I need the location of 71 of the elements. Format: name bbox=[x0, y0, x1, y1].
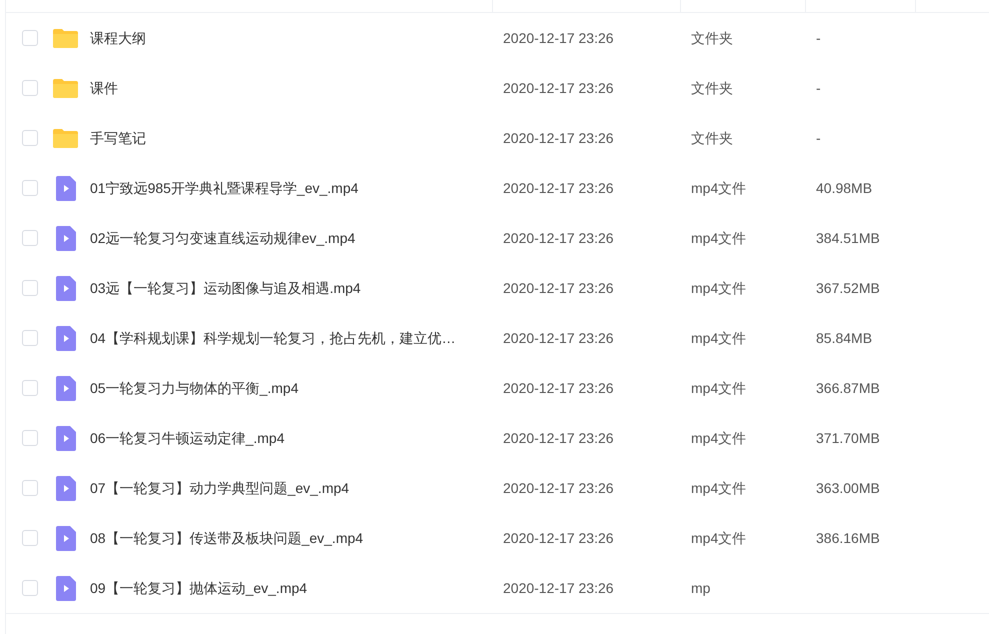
modified-date: 2020-12-17 23:26 bbox=[503, 478, 615, 498]
video-file-icon bbox=[56, 426, 76, 450]
checkbox[interactable] bbox=[22, 580, 38, 596]
checkbox[interactable] bbox=[22, 80, 38, 96]
video-file-icon bbox=[56, 526, 76, 550]
file-name[interactable]: 课程大纲 bbox=[90, 28, 503, 48]
file-size: 363.00MB bbox=[816, 478, 881, 498]
modified-date: 2020-12-17 23:26 bbox=[503, 428, 615, 448]
file-type: mp4文件 bbox=[691, 278, 748, 298]
modified-date: 2020-12-17 23:26 bbox=[503, 178, 615, 198]
file-name[interactable]: 课件 bbox=[90, 78, 503, 98]
modified-date: 2020-12-17 23:26 bbox=[503, 28, 615, 48]
video-file-icon bbox=[56, 476, 76, 500]
video-file-icon bbox=[56, 226, 76, 250]
video-file-icon bbox=[56, 326, 76, 350]
file-size: 386.16MB bbox=[816, 528, 881, 548]
file-size: 367.52MB bbox=[816, 278, 881, 298]
modified-date: 2020-12-17 23:26 bbox=[503, 228, 615, 248]
file-size: 384.51MB bbox=[816, 228, 881, 248]
file-size: 371.70MB bbox=[816, 428, 881, 448]
file-name[interactable]: 04【学科规划课】科学规划一轮复习，抢占先机，建立优… bbox=[90, 328, 503, 348]
modified-date: 2020-12-17 23:26 bbox=[503, 328, 615, 348]
file-name[interactable]: 08【一轮复习】传送带及板块问题_ev_.mp4 bbox=[90, 528, 503, 548]
checkbox[interactable] bbox=[22, 530, 38, 546]
file-size: 85.84MB bbox=[816, 328, 874, 348]
file-type: mp4文件 bbox=[691, 328, 748, 348]
file-type: 文件夹 bbox=[691, 28, 734, 48]
file-type: mp4文件 bbox=[691, 378, 748, 398]
modified-date: 2020-12-17 23:26 bbox=[503, 578, 615, 598]
file-name[interactable]: 09【一轮复习】抛体运动_ev_.mp4 bbox=[90, 578, 503, 598]
file-name[interactable]: 02远一轮复习匀变速直线运动规律ev_.mp4 bbox=[90, 228, 503, 248]
checkbox[interactable] bbox=[22, 280, 38, 296]
modified-date: 2020-12-17 23:26 bbox=[503, 528, 615, 548]
folder-icon bbox=[53, 28, 78, 48]
checkbox[interactable] bbox=[22, 180, 38, 196]
modified-date: 2020-12-17 23:26 bbox=[503, 128, 615, 148]
file-name[interactable]: 01宁致远985开学典礼暨课程导学_ev_.mp4 bbox=[90, 178, 503, 198]
file-size: - bbox=[816, 78, 822, 98]
video-file-icon bbox=[56, 276, 76, 300]
file-name[interactable]: 06一轮复习牛顿运动定律_.mp4 bbox=[90, 428, 503, 448]
video-file-icon bbox=[56, 576, 76, 600]
video-file-icon bbox=[56, 176, 76, 200]
folder-icon bbox=[53, 128, 78, 148]
checkbox[interactable] bbox=[22, 30, 38, 46]
checkbox[interactable] bbox=[22, 330, 38, 346]
file-type: mp4文件 bbox=[691, 478, 748, 498]
checkbox[interactable] bbox=[22, 430, 38, 446]
checkbox[interactable] bbox=[22, 380, 38, 396]
file-type: mp4文件 bbox=[691, 428, 748, 448]
modified-date: 2020-12-17 23:26 bbox=[503, 78, 615, 98]
file-size: - bbox=[816, 128, 822, 148]
file-name[interactable]: 07【一轮复习】动力学典型问题_ev_.mp4 bbox=[90, 478, 503, 498]
checkbox[interactable] bbox=[22, 130, 38, 146]
file-type: mp4文件 bbox=[691, 528, 748, 548]
file-size: 366.87MB bbox=[816, 378, 881, 398]
modified-date: 2020-12-17 23:26 bbox=[503, 278, 615, 298]
checkbox[interactable] bbox=[22, 230, 38, 246]
file-size: 40.98MB bbox=[816, 178, 874, 198]
file-type: 文件夹 bbox=[691, 128, 734, 148]
file-type: mp4文件 bbox=[691, 178, 748, 198]
checkbox[interactable] bbox=[22, 480, 38, 496]
folder-icon bbox=[53, 78, 78, 98]
file-name[interactable]: 手写笔记 bbox=[90, 128, 503, 148]
file-name[interactable]: 03远【一轮复习】运动图像与追及相遇.mp4 bbox=[90, 278, 503, 298]
file-type: mp bbox=[691, 578, 712, 598]
file-type: 文件夹 bbox=[691, 78, 734, 98]
video-file-icon bbox=[56, 376, 76, 400]
file-size: - bbox=[816, 28, 822, 48]
file-name[interactable]: 05一轮复习力与物体的平衡_.mp4 bbox=[90, 378, 503, 398]
file-type: mp4文件 bbox=[691, 228, 748, 248]
modified-date: 2020-12-17 23:26 bbox=[503, 378, 615, 398]
